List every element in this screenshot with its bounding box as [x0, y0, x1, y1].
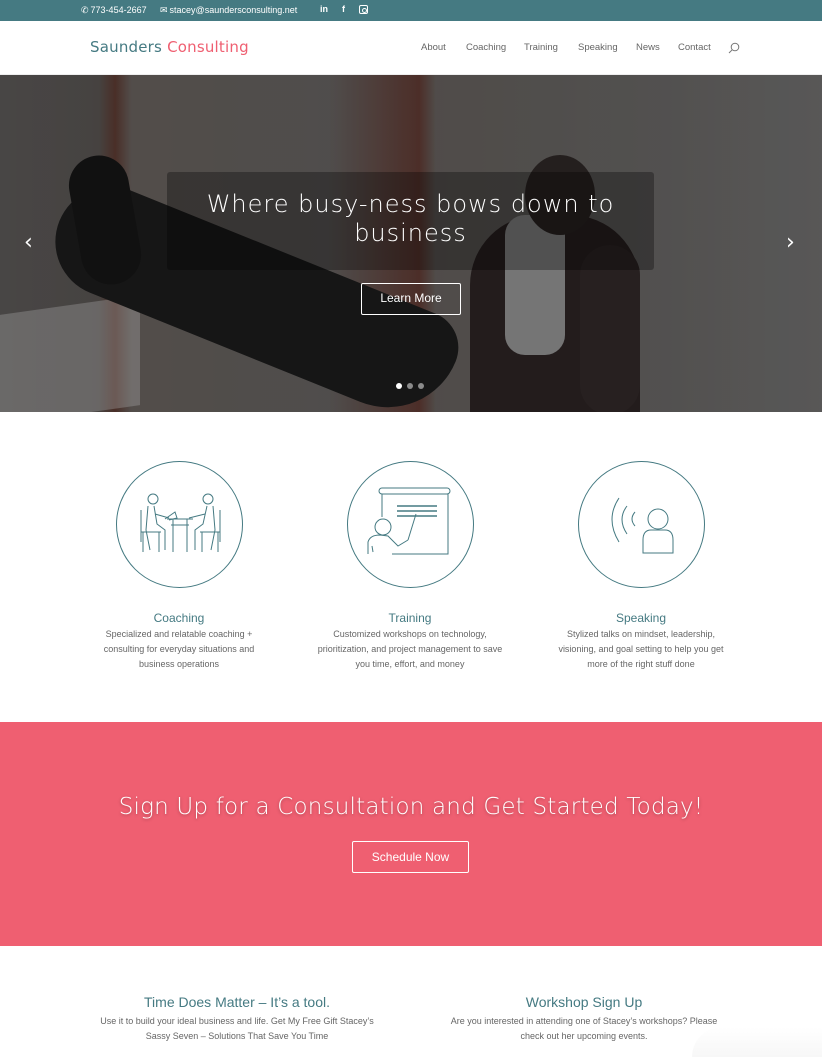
hero-slider: Where busy-ness bows down to business Le…: [0, 75, 822, 412]
phone-number: 773-454-2667: [90, 5, 147, 15]
slide-dot-2[interactable]: [407, 383, 413, 389]
service-title[interactable]: Training: [310, 611, 510, 625]
blurb-line: check out her upcoming events.: [520, 1031, 648, 1041]
service-coaching: Coaching Specialized and relatable coach…: [79, 461, 279, 672]
slider-next-icon[interactable]: ›: [786, 232, 795, 254]
blurb-line: Use it to build your ideal business and …: [100, 1016, 374, 1026]
learn-more-button[interactable]: Learn More: [361, 283, 461, 315]
nav-training[interactable]: Training: [524, 42, 558, 53]
instagram-icon[interactable]: [359, 5, 368, 14]
cta-title: Sign Up for a Consultation and Get Start…: [118, 794, 704, 820]
blurb-line: Sassy Seven – Solutions That Save You Ti…: [145, 1031, 329, 1041]
phone-icon: ✆: [81, 5, 89, 15]
service-description: Specialized and relatable coaching + con…: [103, 629, 255, 669]
presentation-icon: [367, 487, 450, 555]
logo-consulting: Consulting: [167, 38, 249, 56]
speaking-icon-circle[interactable]: [577, 461, 705, 588]
linkedin-icon[interactable]: in: [320, 3, 328, 15]
site-logo[interactable]: Saunders Consulting: [90, 38, 249, 56]
service-title[interactable]: Speaking: [541, 611, 741, 625]
email-address: stacey@saundersconsulting.net: [169, 5, 298, 15]
logo-saunders: Saunders: [90, 38, 163, 56]
slide-dot-1[interactable]: [396, 383, 402, 389]
blurb-description: Are you interested in attending one of S…: [428, 1014, 740, 1044]
hero-title: Where busy-ness bows down to business: [206, 190, 615, 247]
slide-dot-3[interactable]: [418, 383, 424, 389]
blurb-title[interactable]: Workshop Sign Up: [428, 993, 740, 1011]
email-contact[interactable]: ✉ stacey@saundersconsulting.net: [160, 0, 297, 21]
nav-contact[interactable]: Contact: [678, 42, 711, 53]
workshop-signup-blurb: Workshop Sign Up Are you interested in a…: [428, 993, 740, 1044]
top-bar: ✆ 773-454-2667 ✉ stacey@saundersconsulti…: [0, 0, 822, 21]
blurb-description: Use it to build your ideal business and …: [80, 1014, 394, 1044]
speaker-icon: [611, 497, 673, 554]
schedule-now-button[interactable]: Schedule Now: [352, 841, 469, 873]
nav-news[interactable]: News: [636, 42, 660, 53]
phone-contact[interactable]: ✆ 773-454-2667: [81, 0, 147, 21]
meeting-icon: [140, 493, 220, 552]
corner-shadow: [692, 1027, 822, 1057]
nav-about[interactable]: About: [421, 42, 446, 53]
blurb-line: Are you interested in attending one of S…: [450, 1016, 718, 1026]
service-description: Customized workshops on technology, prio…: [317, 629, 503, 669]
mail-icon: ✉: [160, 5, 168, 15]
blurb-title[interactable]: Time Does Matter – It’s a tool.: [80, 993, 394, 1011]
cta-section: Sign Up for a Consultation and Get Start…: [0, 722, 822, 946]
service-title[interactable]: Coaching: [79, 611, 279, 625]
service-description: Stylized talks on mindset, leadership, v…: [558, 629, 724, 669]
slider-prev-icon[interactable]: ‹: [24, 232, 33, 254]
nav-coaching[interactable]: Coaching: [466, 42, 506, 53]
service-training: Training Customized workshops on technol…: [310, 461, 510, 672]
site-header: Saunders Consulting About Coaching Traini…: [0, 21, 822, 75]
coaching-icon-circle[interactable]: [115, 461, 243, 588]
nav-speaking[interactable]: Speaking: [578, 42, 618, 53]
time-matters-blurb: Time Does Matter – It’s a tool. Use it t…: [80, 993, 394, 1044]
service-speaking: Speaking Stylized talks on mindset, lead…: [541, 461, 741, 672]
slider-pagination: [396, 383, 424, 389]
facebook-icon[interactable]: f: [342, 3, 345, 15]
search-icon[interactable]: [728, 42, 740, 54]
training-icon-circle[interactable]: [346, 461, 474, 588]
